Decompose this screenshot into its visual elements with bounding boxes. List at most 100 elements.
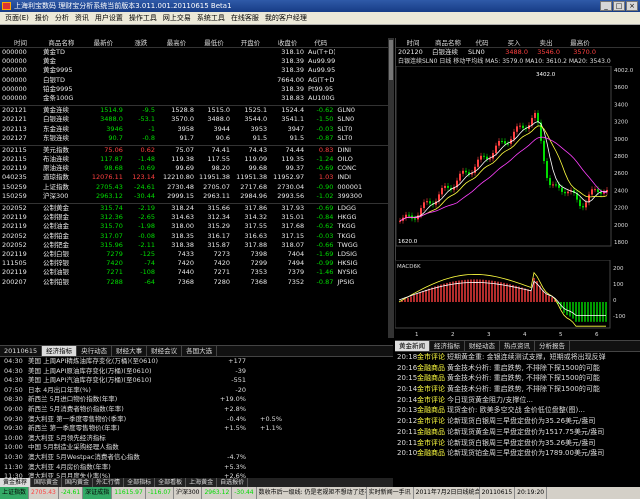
- quote-row[interactable]: 040235 道琼指数 12076.11 123.14 12210.80 11951.38…: [0, 173, 388, 182]
- column-header[interactable]: 代码: [306, 38, 335, 47]
- close-button[interactable]: ×: [626, 1, 638, 11]
- gold-news-row[interactable]: 20:14 金市评论 黄金技术分析: 重启跌势, 不排除下探1500的可能: [395, 384, 640, 395]
- column-header[interactable]: 商品名称: [41, 38, 82, 47]
- quote-row[interactable]: 202115 美元指数 75.06 0.62 75.07 74.41 74.43 74.44 0…: [0, 146, 388, 155]
- quote-cell: 1514.9: [100, 106, 123, 115]
- quote-row[interactable]: 000000 黄金TD 318.10 Au(T+D): [0, 48, 388, 57]
- bottom-tab[interactable]: 全部指标: [124, 478, 156, 487]
- gold-news-row[interactable]: 20:16 金融商品 黄金技术分析: 重启跌势, 不排除下探1500的可能: [395, 363, 640, 374]
- macd-chart[interactable]: MACD6K 200 100 0 -100 1 2 3 4 5 6: [395, 260, 640, 340]
- tab-central-bank[interactable]: 央行动态: [77, 346, 113, 356]
- econ-news-row[interactable]: 11:30 澳大利亚 4月房价指数(年率) +5.3%: [0, 463, 393, 473]
- quote-row[interactable]: 202119 公制油银 7271 -108 7440 7271 7353 7379 -1.46 N…: [0, 268, 388, 277]
- gold-news-cell: 金市评论: [417, 417, 445, 426]
- quote-row[interactable]: 150259 上证指数 2705.43 -24.61 2730.48 2705.07 271…: [0, 183, 388, 192]
- quote-row[interactable]: 202113 东金连续 3946 -1 3958 3944 3953 3947 -0.03 SLT…: [0, 125, 388, 134]
- quote-row[interactable]: 202052 公制黄金 315.74 -2.19 318.24 315.66 317.86 3…: [0, 204, 388, 213]
- column-header[interactable]: 时间: [0, 38, 41, 47]
- tab-gold-news[interactable]: 黄金新闻: [395, 341, 430, 351]
- econ-news-row[interactable]: 09:30 新西兰 第一季度零售物价(年率) +1.5% +1.1%: [0, 424, 393, 434]
- quote-row[interactable]: 000000 黄金9995 318.39 Au99.95: [0, 66, 388, 75]
- menu-online-service[interactable]: 在线客服: [228, 12, 262, 24]
- column-header[interactable]: 最新价: [82, 38, 125, 47]
- tab-elections[interactable]: 各国大选: [182, 346, 218, 356]
- bottom-tab[interactable]: 上海黄金: [186, 478, 218, 487]
- minimize-button[interactable]: _: [600, 1, 612, 11]
- econ-news-row[interactable]: 09:00 新西兰 5月消费者物价指数(年率) +2.8%: [0, 405, 393, 415]
- tab-hot-info[interactable]: 热点资讯: [500, 341, 535, 351]
- econ-news-row[interactable]: 09:30 澳大利亚 第一季度零售物价(季率) -0.4% +0.5%: [0, 415, 393, 425]
- quote-scrollbar[interactable]: [388, 38, 394, 338]
- quote-row[interactable]: 202127 东银连续 90.7 -0.8 91.7 90.6 91.5 91.5 -0.87 S…: [0, 134, 388, 143]
- quote-cell: 317.55: [244, 222, 268, 231]
- quote-cell: -2.11: [138, 240, 156, 249]
- menu-tools[interactable]: 操作工具: [126, 12, 160, 24]
- tab-finance-dynamics[interactable]: 财经动态: [465, 341, 500, 351]
- econ-news-row[interactable]: 10:00 中国 5月制造业采购经理人指数: [0, 443, 393, 453]
- menu-page[interactable]: 页面(E): [2, 12, 32, 24]
- quote-row[interactable]: 202119 公制油金 315.70 -1.98 318.00 315.29 317.55 3…: [0, 222, 388, 231]
- column-header[interactable]: 收盘价: [269, 38, 306, 47]
- tab-analysis-report[interactable]: 分析报告: [535, 341, 570, 351]
- quote-cell: 原油连续: [42, 164, 69, 173]
- menu-info[interactable]: 资讯: [72, 12, 92, 24]
- econ-news-row[interactable]: 04:30 美国 上周API原油库存变化(万桶)(至0610) -39: [0, 367, 393, 377]
- quote-row[interactable]: 202115 布油连续 117.87 -1.48 119.38 117.55 119.09 1…: [0, 155, 388, 164]
- tab-econ-indicators[interactable]: 经济指标: [42, 346, 78, 356]
- bottom-tab[interactable]: 国际黄金: [31, 478, 63, 487]
- quote-row[interactable]: 202119 原油连续 98.68 -0.69 99.69 98.20 99.68 99.37…: [0, 164, 388, 173]
- quote-row[interactable]: 202121 白银连续 3488.0 -53.1 3570.0 3488.0 3544.0 3…: [0, 115, 388, 124]
- gold-news-row[interactable]: 20:11 金市评论 论新现货白银周三早盘定盘价为35.26美元/盎司: [395, 438, 640, 449]
- gold-news-row[interactable]: 20:12 金市评论 论新现货白银周三早盘定盘价为35.26美元/盎司: [395, 416, 640, 427]
- menu-user-settings[interactable]: 用户设置: [92, 12, 126, 24]
- gold-news-cell: 今日现货黄金阻力/支撑位...: [447, 395, 534, 404]
- menu-my-manager[interactable]: 我的客户经理: [262, 12, 310, 24]
- econ-news-row[interactable]: 04:30 美国 上周API精炼油库存变化(万桶)(至0610) +177: [0, 357, 393, 367]
- quote-row[interactable]: 202119 公制白银 7279 -125 7433 7273 7398 7404 -1.69 L…: [0, 250, 388, 259]
- quote-row[interactable]: 111505 公制锌银 7420 -74 7420 7420 7299 7494 -0.99 HK…: [0, 259, 388, 268]
- quote-row[interactable]: 200207 公制铂银 7288 -64 7368 7280 7368 7352 -0.87 JP…: [0, 278, 388, 287]
- maximize-button[interactable]: □: [613, 1, 625, 11]
- gold-news-row[interactable]: 20:15 金融商品 黄金技术分析: 重启跌势, 不排除下探1500的可能: [395, 373, 640, 384]
- bottom-tab[interactable]: 黄金推荐: [0, 478, 32, 487]
- column-header[interactable]: 开盘价: [232, 38, 269, 47]
- candle: [567, 191, 569, 194]
- quote-row[interactable]: 000000 黄金 318.39 Au99.99: [0, 57, 388, 66]
- menu-online-trade[interactable]: 网上交易: [160, 12, 194, 24]
- tab-econ-indicators-2[interactable]: 经济指标: [430, 341, 465, 351]
- tab-finance-events[interactable]: 财经大事: [112, 346, 148, 356]
- econ-news-row[interactable]: 10:30 澳大利亚 5月Westpac消费者信心指数 -4.7%: [0, 453, 393, 463]
- quote-row[interactable]: 202121 黄金连续 1514.9 -9.5 1528.8 1515.0 1525.1 15…: [0, 106, 388, 115]
- econ-news-row[interactable]: 10:00 澳大利亚 5月领先经济指标: [0, 434, 393, 444]
- quote-row[interactable]: 150259 沪深300 2963.12 -30.44 2999.15 2963.11 29…: [0, 192, 388, 201]
- quote-row[interactable]: 202119 公制银金 312.36 -2.65 314.63 312.34 314.32 3…: [0, 213, 388, 222]
- tab-finance-meetings[interactable]: 财经会议: [147, 346, 183, 356]
- menu-quote[interactable]: 报价: [32, 12, 52, 24]
- quote-cell: LDGG: [337, 204, 357, 212]
- menu-analysis[interactable]: 分析: [52, 12, 72, 24]
- bottom-tab[interactable]: 外汇行情: [93, 478, 125, 487]
- column-header[interactable]: [335, 38, 388, 47]
- gold-news-row[interactable]: 20:14 金市评论 今日现货黄金阻力/支撑位...: [395, 395, 640, 406]
- econ-news-row[interactable]: 07:50 日本 4月出口年率(%) -20: [0, 386, 393, 396]
- gold-news-row[interactable]: 20:10 金融商品 论新现货铂金周三早盘定盘价为1789.00美元/盎司: [395, 448, 640, 459]
- quote-row[interactable]: 000000 金条100G 318.83 AU100G: [0, 94, 388, 103]
- quote-row[interactable]: 202052 公制钯金 315.96 -2.11 318.38 315.87 317.88 3…: [0, 241, 388, 250]
- bottom-tab[interactable]: 自选报价: [217, 478, 249, 487]
- gold-news-cell: 金融商品: [417, 449, 445, 458]
- econ-news-row[interactable]: 08:30 新西兰 5月进口物价指数(年率) +19.0%: [0, 395, 393, 405]
- gold-news-row[interactable]: 20:13 金融商品 现货金价: 欧美多空交战 金价低位盘整(图)...: [395, 405, 640, 416]
- quote-row[interactable]: 000000 白银TD 7664.00 AG(T+D): [0, 76, 388, 85]
- quote-row[interactable]: 202052 公制铂金 317.07 -0.08 318.35 316.17 316.63 3…: [0, 232, 388, 241]
- menu-system-tools[interactable]: 系统工具: [194, 12, 228, 24]
- econ-news-row[interactable]: 04:30 美国 上周API汽油库存变化(万桶)(至0610) -551: [0, 376, 393, 386]
- candlestick-chart[interactable]: 4002.0 3600 3400 3200 3000 2800 2600 2400 2200 20…: [396, 66, 640, 260]
- column-header[interactable]: 涨跌: [125, 38, 157, 47]
- column-header[interactable]: 最高价: [157, 38, 196, 47]
- gold-news-row[interactable]: 20:11 金融商品 论新现货黄金周三早盘定盘价为1517.75美元/盎司: [395, 427, 640, 438]
- quote-row[interactable]: 000000 铂金9995 318.39 Pt99.95: [0, 85, 388, 94]
- column-header[interactable]: 最低价: [196, 38, 232, 47]
- bottom-tab[interactable]: 国内黄金: [62, 478, 94, 487]
- bottom-tab[interactable]: 全部看板: [155, 478, 187, 487]
- gold-news-row[interactable]: 20:18 金市评论 短期黄金重: 金银连续测试支撑，短期或将出现反弹: [395, 352, 640, 363]
